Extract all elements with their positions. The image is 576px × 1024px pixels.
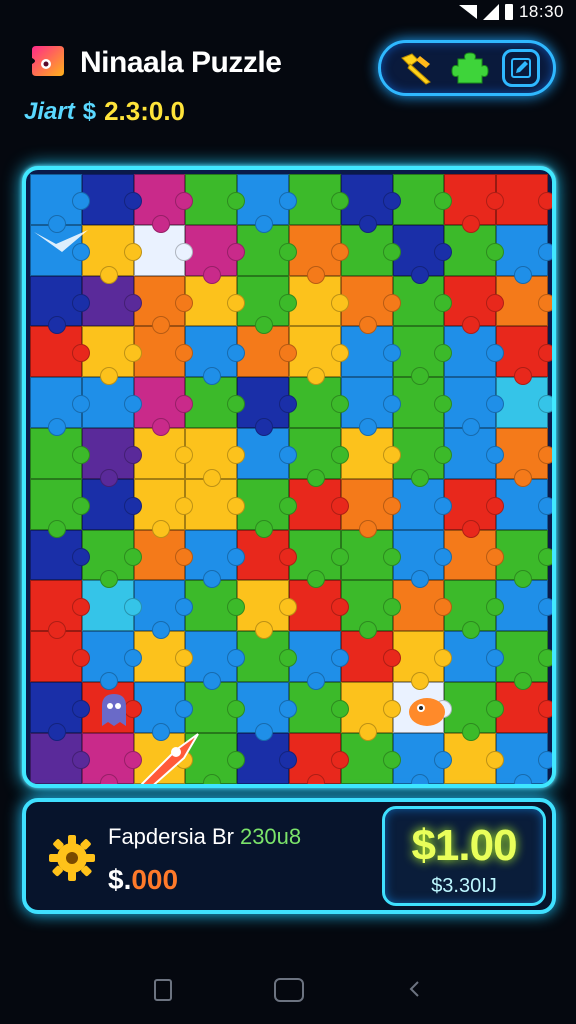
cash-amount: 000 <box>131 864 179 895</box>
player-panel: Fapdersia Br 230u8 $.000 $1.00 $3.30IJ <box>22 798 556 914</box>
edit-button[interactable] <box>502 49 540 87</box>
puzzle-piece[interactable] <box>30 326 90 378</box>
player-name: Fapdersia Br <box>108 824 234 849</box>
piece-button[interactable] <box>448 48 492 88</box>
puzzle-piece[interactable] <box>237 275 297 335</box>
score-line: Jiart $ 2.3:0.0 <box>24 96 185 127</box>
rocket-icon <box>140 733 199 784</box>
puzzle-piece[interactable] <box>444 275 504 335</box>
puzzle-piece[interactable] <box>185 631 245 690</box>
puzzle-piece[interactable] <box>30 681 90 741</box>
tool-bar <box>378 40 556 96</box>
puzzle-piece[interactable] <box>185 427 245 487</box>
puzzle-piece-icon <box>451 52 489 84</box>
cash-symbol: $. <box>108 864 132 895</box>
puzzle-piece[interactable] <box>444 681 504 741</box>
puzzle-piece[interactable] <box>185 224 245 284</box>
hammer-button[interactable] <box>394 48 438 88</box>
puzzle-piece[interactable] <box>185 174 245 225</box>
puzzle-piece[interactable] <box>444 580 504 639</box>
score-value: 2.3:0.0 <box>104 96 186 126</box>
navigation-bar <box>0 950 576 1024</box>
player-name-line: Fapdersia Br 230u8 <box>108 824 301 850</box>
status-icons: 18:30 <box>458 2 564 22</box>
puzzle-piece[interactable] <box>444 174 504 233</box>
signal-icon <box>482 4 499 20</box>
puzzle-piece[interactable] <box>185 529 245 589</box>
app-title: Ninaala Puzzle <box>80 46 282 79</box>
wifi-icon <box>458 5 477 19</box>
puzzle-piece[interactable] <box>30 478 90 538</box>
app-logo-icon <box>32 46 64 76</box>
home-button[interactable] <box>274 978 304 1002</box>
ghost-icon <box>102 694 126 726</box>
puzzle-board[interactable] <box>22 166 556 788</box>
price-sub: $3.30IJ <box>431 875 497 897</box>
back-button[interactable] <box>406 980 424 998</box>
gear-icon[interactable] <box>46 832 98 884</box>
edit-icon <box>511 58 531 78</box>
player-code: 230u8 <box>239 824 302 849</box>
score-label: Jiart <box>24 97 75 125</box>
puzzle-piece[interactable] <box>30 580 90 639</box>
price-main: $1.00 <box>411 821 517 870</box>
bird-icon <box>34 230 88 252</box>
buy-button[interactable]: $1.00 $3.30IJ <box>382 806 546 906</box>
recent-apps-button[interactable] <box>154 979 172 1001</box>
hammer-icon <box>401 53 431 85</box>
battery-icon <box>504 4 513 20</box>
puzzle-piece[interactable] <box>444 478 504 538</box>
status-time: 18:30 <box>518 2 564 21</box>
puzzle-piece[interactable] <box>30 275 90 335</box>
player-cash: $.000 <box>108 864 178 896</box>
score-currency: $ <box>82 97 97 125</box>
puzzle-piece[interactable] <box>30 174 90 233</box>
creature-icon <box>409 698 445 726</box>
puzzle-piece[interactable] <box>444 377 504 436</box>
puzzle-piece[interactable] <box>30 377 90 436</box>
puzzle-piece[interactable] <box>185 326 245 385</box>
status-bar: 18:30 <box>0 0 576 26</box>
